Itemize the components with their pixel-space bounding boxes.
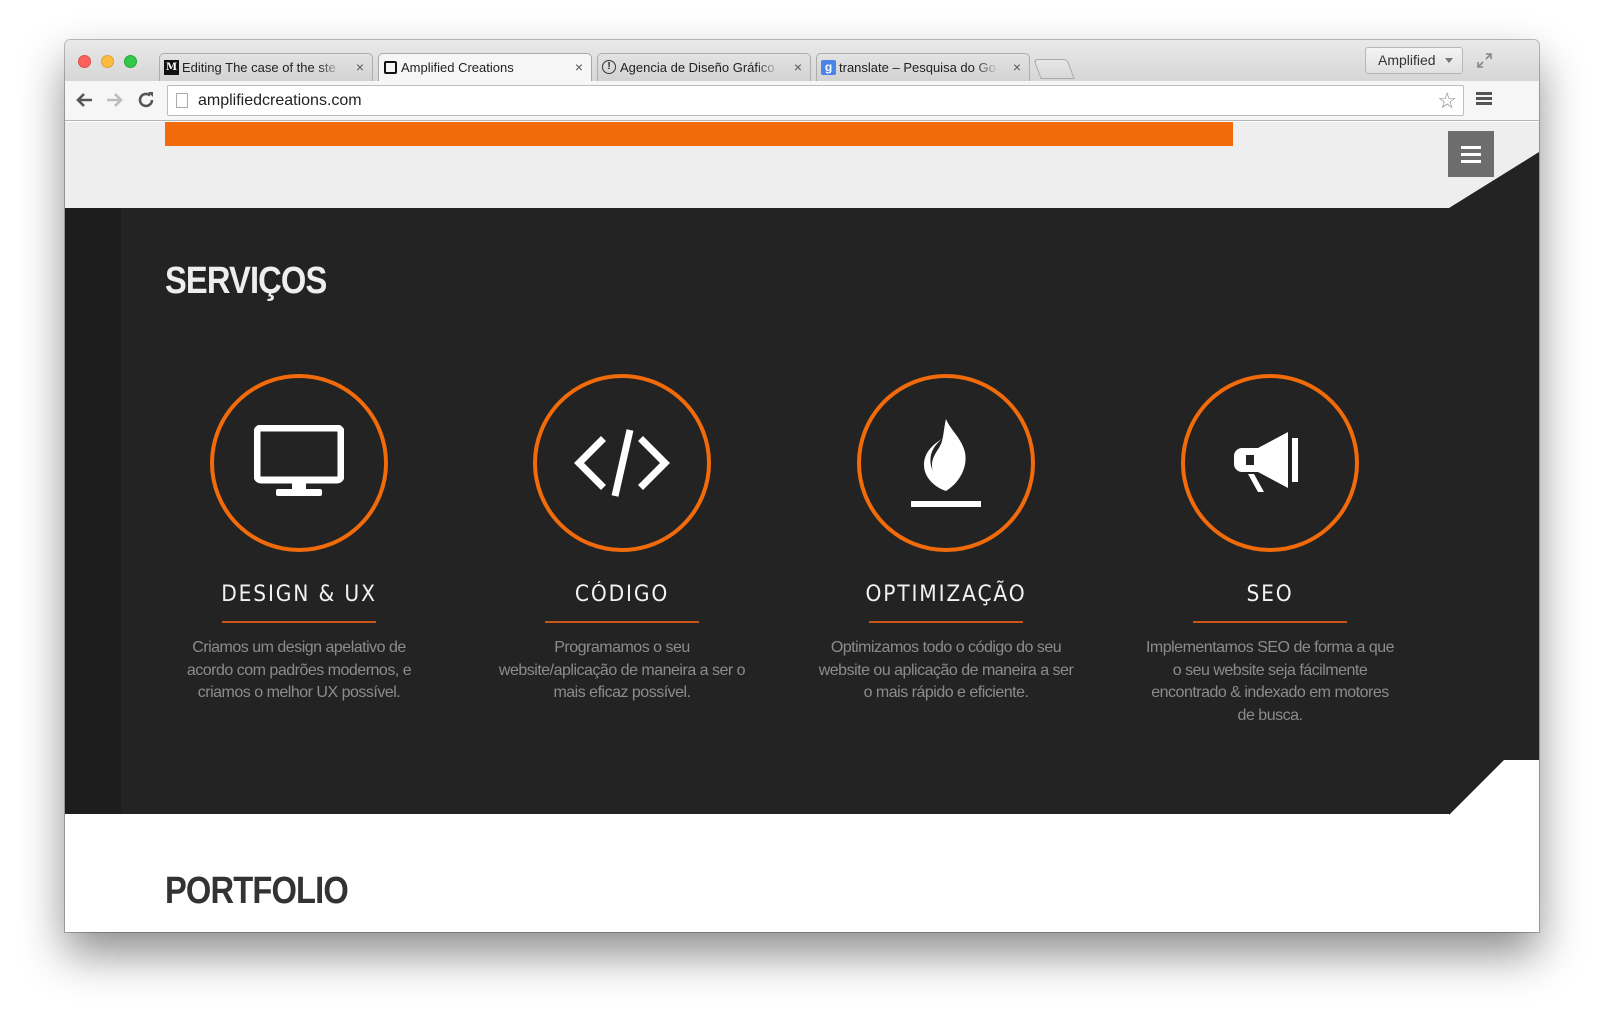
profile-button[interactable]: Amplified xyxy=(1365,47,1463,74)
service-title: DESIGN & UX xyxy=(221,582,377,607)
tab-editing[interactable]: M Editing The case of the ste × xyxy=(159,53,373,81)
zoom-window-button[interactable] xyxy=(124,55,137,68)
back-arrow-icon[interactable] xyxy=(73,89,95,111)
forward-arrow-icon[interactable] xyxy=(104,89,126,111)
corner-decoration xyxy=(1449,759,1505,815)
service-optimizacao: OPTIMIZAÇÃO Optimizamos todo o código do… xyxy=(816,374,1076,705)
site-menu-button[interactable] xyxy=(1448,131,1494,177)
portfolio-title: PORTFOLIO xyxy=(165,870,349,912)
service-description: Criamos um design apelativo de acordo co… xyxy=(186,639,412,701)
flame-icon xyxy=(911,419,981,507)
tab-title: translate – Pesquisa do Go xyxy=(839,60,996,75)
browser-toolbar: amplifiedcreations.com ☆ xyxy=(65,81,1539,121)
service-underline xyxy=(869,621,1023,623)
services-title: SERVIÇOS xyxy=(165,260,327,302)
service-icon-circle xyxy=(210,374,388,552)
close-window-button[interactable] xyxy=(78,55,91,68)
service-description: Optimizamos todo o código do seu website… xyxy=(818,639,1074,701)
tab-translate[interactable]: g translate – Pesquisa do Go × xyxy=(816,53,1030,81)
left-stripe xyxy=(65,208,121,814)
service-title: SEO xyxy=(1246,582,1294,607)
page-icon xyxy=(176,93,188,108)
service-icon-circle xyxy=(857,374,1035,552)
service-underline xyxy=(1193,621,1347,623)
service-design-ux: DESIGN & UX Criamos um design apelativo … xyxy=(169,374,429,705)
tab-close-icon[interactable]: × xyxy=(356,54,364,81)
orange-banner-bar xyxy=(165,122,1233,146)
megaphone-icon xyxy=(1234,432,1298,492)
page-viewport: SERVIÇOS DESIGN & UX Criamos um design a… xyxy=(65,122,1539,932)
tab-title: Amplified Creations xyxy=(401,60,514,75)
service-title: CÓDIGO xyxy=(574,582,670,607)
tab-strip: M Editing The case of the ste × Amplifie… xyxy=(65,40,1539,81)
tab-close-icon[interactable]: × xyxy=(794,54,802,81)
monitor-icon xyxy=(254,425,344,496)
profile-label: Amplified xyxy=(1378,52,1436,68)
tab-agencia[interactable]: ! Agencia de Diseño Gráfico × xyxy=(597,53,811,81)
bookmark-star-icon[interactable]: ☆ xyxy=(1437,88,1457,114)
services-edge xyxy=(1449,208,1539,760)
service-underline xyxy=(545,621,699,623)
new-tab-button[interactable] xyxy=(1033,59,1075,79)
tab-amplified-creations[interactable]: Amplified Creations × xyxy=(378,53,592,81)
address-bar[interactable]: amplifiedcreations.com ☆ xyxy=(167,85,1464,116)
service-underline xyxy=(222,621,376,623)
services-section: SERVIÇOS DESIGN & UX Criamos um design a… xyxy=(65,208,1449,814)
google-favicon-icon: g xyxy=(821,60,836,75)
tab-title: Editing The case of the ste xyxy=(182,60,336,75)
amplified-favicon-icon xyxy=(384,61,397,74)
service-description: Implementamos SEO de forma a que o seu w… xyxy=(1145,639,1395,724)
code-icon xyxy=(574,429,670,497)
minimize-window-button[interactable] xyxy=(101,55,114,68)
browser-window: M Editing The case of the ste × Amplifie… xyxy=(65,40,1539,932)
service-title: OPTIMIZAÇÃO xyxy=(865,582,1027,607)
service-seo: SEO Implementamos SEO de forma a que o s… xyxy=(1140,374,1400,727)
service-description: Programamos o seu website/aplicação de m… xyxy=(498,639,746,701)
url-text[interactable]: amplifiedcreations.com xyxy=(198,86,362,116)
service-icon-circle xyxy=(1181,374,1359,552)
medium-favicon-icon: M xyxy=(164,60,179,75)
tab-close-icon[interactable]: × xyxy=(1013,54,1021,81)
tab-close-icon[interactable]: × xyxy=(575,54,583,81)
fullscreen-icon[interactable] xyxy=(1476,52,1493,69)
service-codigo: CÓDIGO Programamos o seu website/aplicaç… xyxy=(492,374,752,705)
agencia-favicon-icon: ! xyxy=(602,60,616,74)
chrome-menu-icon[interactable] xyxy=(1476,92,1492,106)
reload-icon[interactable] xyxy=(135,89,157,111)
header-band xyxy=(65,122,1539,208)
tab-title: Agencia de Diseño Gráfico xyxy=(620,60,775,75)
service-icon-circle xyxy=(533,374,711,552)
chevron-down-icon xyxy=(1445,58,1453,63)
